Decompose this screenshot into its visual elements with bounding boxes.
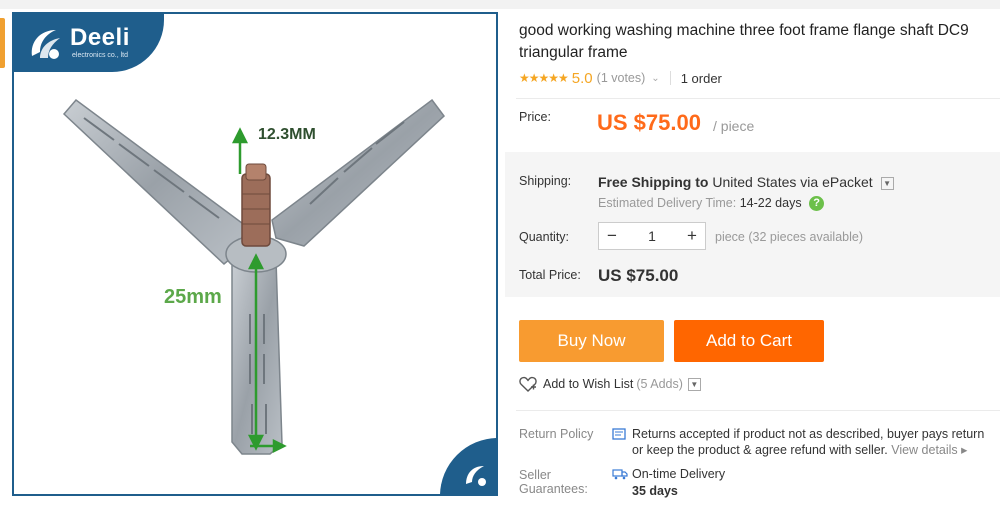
truck-icon bbox=[612, 469, 628, 480]
help-icon[interactable]: ? bbox=[809, 196, 825, 212]
votes-link[interactable]: (1 votes) bbox=[597, 71, 646, 85]
product-image[interactable]: Deeli electronics co., ltd 12.3MM 25mm bbox=[12, 12, 498, 496]
seller-guarantees-label-line1: Seller bbox=[519, 468, 551, 482]
brand-subtitle: electronics co., ltd bbox=[72, 52, 129, 59]
return-policy-text: Returns accepted if product not as descr… bbox=[632, 426, 984, 458]
order-count: 1 order bbox=[680, 70, 722, 86]
seller-guarantees-label: Seller Guarantees: bbox=[519, 468, 588, 496]
delivery-days: 14-22 days bbox=[739, 196, 802, 210]
shipping-label: Shipping: bbox=[519, 174, 572, 188]
document-icon bbox=[612, 428, 626, 440]
quantity-stepper: − 1 + bbox=[598, 222, 706, 250]
rating-value: 5.0 bbox=[571, 69, 593, 87]
chevron-down-icon[interactable]: ▼ bbox=[880, 176, 894, 190]
price-label: Price: bbox=[519, 110, 551, 124]
brand-swirl-small-icon bbox=[466, 466, 486, 486]
product-title-line2: triangular frame bbox=[519, 44, 628, 61]
dimension-label-left: 25mm bbox=[164, 286, 222, 308]
top-strip bbox=[0, 0, 1000, 9]
quantity-label: Quantity: bbox=[519, 230, 570, 244]
total-price-label: Total Price: bbox=[519, 268, 581, 282]
price-unit: / piece bbox=[713, 118, 755, 134]
delivery-label: Estimated Delivery Time: bbox=[598, 196, 737, 210]
delivery-estimate: Estimated Delivery Time: 14-22 days ? bbox=[598, 196, 825, 212]
divider bbox=[669, 71, 671, 85]
quantity-availability: piece (32 pieces available) bbox=[715, 230, 864, 244]
return-policy-label: Return Policy bbox=[519, 427, 594, 441]
wishlist-count: (5 Adds) bbox=[636, 377, 683, 391]
seller-guarantees-label-line2: Guarantees: bbox=[519, 482, 588, 496]
add-to-cart-button[interactable]: Add to Cart bbox=[674, 320, 824, 362]
guarantee-days: 35 days bbox=[632, 484, 678, 498]
add-to-wishlist[interactable]: Add to Wish List (5 Adds) ▼ bbox=[519, 376, 701, 392]
buy-now-button[interactable]: Buy Now bbox=[519, 320, 664, 362]
star-rating-icon: ★★★★★ bbox=[519, 71, 569, 85]
shipping-method[interactable]: Free Shipping to United States via ePack… bbox=[598, 174, 894, 190]
tripod-frame-drawing bbox=[62, 98, 446, 455]
free-shipping-text: Free Shipping to bbox=[598, 174, 709, 190]
divider bbox=[516, 98, 1000, 99]
total-price-value: US $75.00 bbox=[598, 266, 679, 285]
dimension-label-top: 12.3MM bbox=[258, 126, 316, 143]
thumbnail-indicator[interactable] bbox=[0, 18, 5, 68]
price-value: US $75.00 bbox=[597, 110, 701, 135]
divider bbox=[516, 410, 1000, 411]
increase-quantity-button[interactable]: + bbox=[679, 226, 705, 246]
product-title-line1: good working washing machine three foot … bbox=[519, 22, 969, 39]
brand-name: Deeli bbox=[70, 24, 130, 51]
return-policy-line2: or keep the product & agree refund with … bbox=[632, 443, 888, 457]
guarantee-item: On-time Delivery 35 days bbox=[632, 466, 725, 500]
return-policy-line1: Returns accepted if product not as descr… bbox=[632, 427, 985, 441]
chevron-down-icon[interactable]: ⌄ bbox=[651, 73, 659, 84]
shipping-destination: United States via ePacket bbox=[712, 174, 873, 190]
decrease-quantity-button[interactable]: − bbox=[599, 226, 625, 246]
chevron-down-icon[interactable]: ▼ bbox=[687, 377, 701, 391]
heart-icon bbox=[519, 376, 537, 392]
product-title: good working washing machine three foot … bbox=[519, 20, 1000, 64]
quantity-input[interactable]: 1 bbox=[625, 228, 679, 244]
brand-swirl-icon bbox=[31, 30, 60, 59]
view-details-link[interactable]: View details ▸ bbox=[891, 443, 967, 457]
wishlist-label: Add to Wish List bbox=[543, 377, 634, 391]
rating-row: ★★★★★ 5.0 (1 votes) ⌄ 1 order bbox=[519, 68, 722, 88]
on-time-delivery-text: On-time Delivery bbox=[632, 467, 726, 481]
